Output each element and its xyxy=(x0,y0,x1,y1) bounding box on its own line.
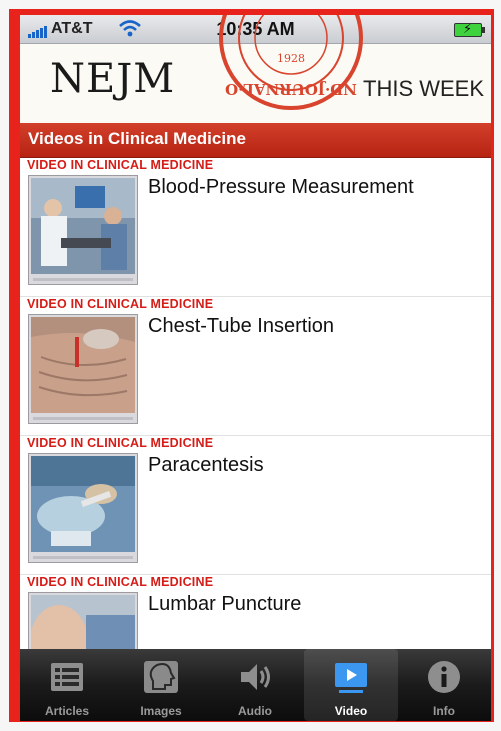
head-profile-icon xyxy=(144,661,178,693)
item-kicker: VIDEO IN CLINICAL MEDICINE xyxy=(27,297,214,311)
thumbnail-image xyxy=(31,456,135,552)
item-kicker: VIDEO IN CLINICAL MEDICINE xyxy=(27,158,214,172)
tab-label: Images xyxy=(140,704,182,718)
tab-images[interactable]: Images xyxy=(114,649,208,721)
list-item[interactable]: VIDEO IN CLINICAL MEDICINE Paracentesis xyxy=(20,436,491,575)
video-title: Chest-Tube Insertion xyxy=(148,315,335,337)
thumbnail-image xyxy=(31,178,135,274)
phone-screen: AT&T 10:35 AM ⚡ NEJM 1928 ND·JOURNAL·O T… xyxy=(20,15,491,721)
tab-label: Audio xyxy=(238,704,272,718)
masthead: NEJM 1928 ND·JOURNAL·O THIS WEEK xyxy=(20,15,491,124)
seal-text: ND·JOURNAL·O xyxy=(225,80,357,98)
speaker-icon xyxy=(241,664,270,690)
battery-icon: ⚡ xyxy=(454,21,485,37)
tab-video[interactable]: Video xyxy=(304,649,398,721)
info-icon xyxy=(428,661,460,693)
list-item[interactable]: VIDEO IN CLINICAL MEDICINE Blood-Pressur… xyxy=(20,158,491,297)
play-video-icon xyxy=(335,663,367,693)
list-icon xyxy=(51,663,83,691)
tab-label: Video xyxy=(334,704,368,718)
thumbnail-image xyxy=(31,317,135,413)
seal-year: 1928 xyxy=(277,52,305,65)
video-title: Lumbar Puncture xyxy=(148,593,302,615)
this-week-label: THIS WEEK xyxy=(363,76,485,101)
section-title: Videos in Clinical Medicine xyxy=(28,129,246,148)
tab-bar: Articles Images Audio Video Info xyxy=(20,649,491,721)
video-title: Blood-Pressure Measurement xyxy=(148,176,414,198)
video-title: Paracentesis xyxy=(148,454,264,476)
tab-articles[interactable]: Articles xyxy=(20,649,114,721)
video-list: VIDEO IN CLINICAL MEDICINE Blood-Pressur… xyxy=(20,158,491,714)
journal-seal-icon: 1928 ND·JOURNAL·O xyxy=(219,15,363,110)
list-item[interactable]: VIDEO IN CLINICAL MEDICINE Chest-Tube In… xyxy=(20,297,491,436)
section-header: Videos in Clinical Medicine xyxy=(20,123,491,158)
tab-label: Info xyxy=(433,704,455,718)
video-thumbnail[interactable] xyxy=(28,314,138,424)
video-thumbnail[interactable] xyxy=(28,453,138,563)
tab-label: Articles xyxy=(44,704,90,718)
nejm-logo: NEJM xyxy=(50,56,176,102)
item-kicker: VIDEO IN CLINICAL MEDICINE xyxy=(27,436,214,450)
tab-info[interactable]: Info xyxy=(397,649,491,721)
item-kicker: VIDEO IN CLINICAL MEDICINE xyxy=(27,575,214,589)
tab-audio[interactable]: Audio xyxy=(208,649,302,721)
video-thumbnail[interactable] xyxy=(28,175,138,285)
